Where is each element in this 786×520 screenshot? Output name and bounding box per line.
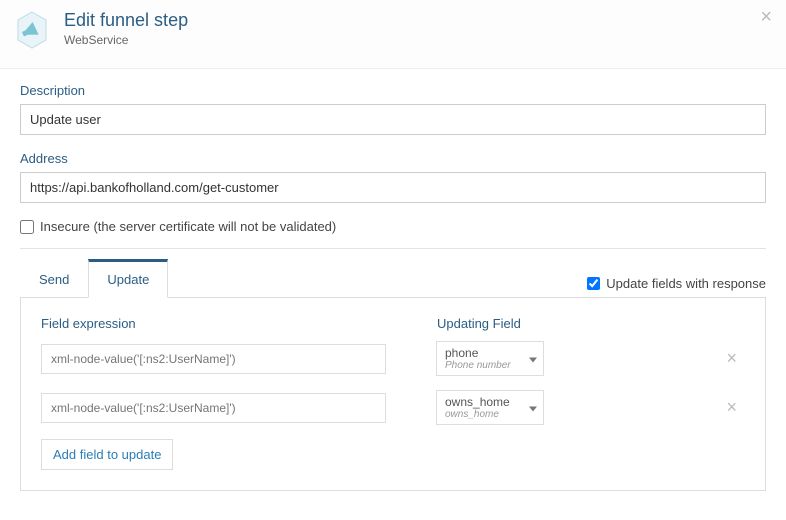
dialog-title: Edit funnel step [64,10,188,31]
add-field-button[interactable]: Add field to update [41,439,173,470]
tab-send[interactable]: Send [20,261,88,297]
select-subvalue: owns_home [445,409,537,420]
field-expression-input[interactable] [41,393,386,423]
select-value: phone [445,346,537,360]
megaphone-icon [12,10,52,50]
updating-field-select[interactable]: owns_home owns_home [436,390,544,425]
address-input[interactable] [20,172,766,203]
dialog-subtitle: WebService [64,33,188,47]
field-expression-header: Field expression [41,316,401,331]
insecure-checkbox[interactable] [20,220,34,234]
updating-field-select[interactable]: phone Phone number [436,341,544,376]
close-icon[interactable]: × [760,6,772,29]
description-input[interactable] [20,104,766,135]
field-row: owns_home owns_home × [41,390,745,425]
select-value: owns_home [445,395,537,409]
update-response-checkbox[interactable] [587,277,600,290]
field-row: phone Phone number × [41,341,745,376]
insecure-label: Insecure (the server certificate will no… [40,219,336,234]
tab-update[interactable]: Update [88,259,168,298]
update-response-label: Update fields with response [606,276,766,291]
tab-panel-update: Field expression Updating Field phone Ph… [20,298,766,491]
address-label: Address [20,151,766,166]
remove-row-icon[interactable]: × [718,397,745,418]
separator [20,248,766,249]
select-subvalue: Phone number [445,360,537,371]
description-label: Description [20,83,766,98]
tabs: Send Update Update fields with response [20,259,766,298]
field-expression-input[interactable] [41,344,386,374]
chevron-down-icon [529,400,537,415]
remove-row-icon[interactable]: × [718,348,745,369]
chevron-down-icon [529,351,537,366]
dialog-header: Edit funnel step WebService × [0,0,786,69]
updating-field-header: Updating Field [437,316,557,331]
dialog-body: Description Address Insecure (the server… [0,69,786,511]
